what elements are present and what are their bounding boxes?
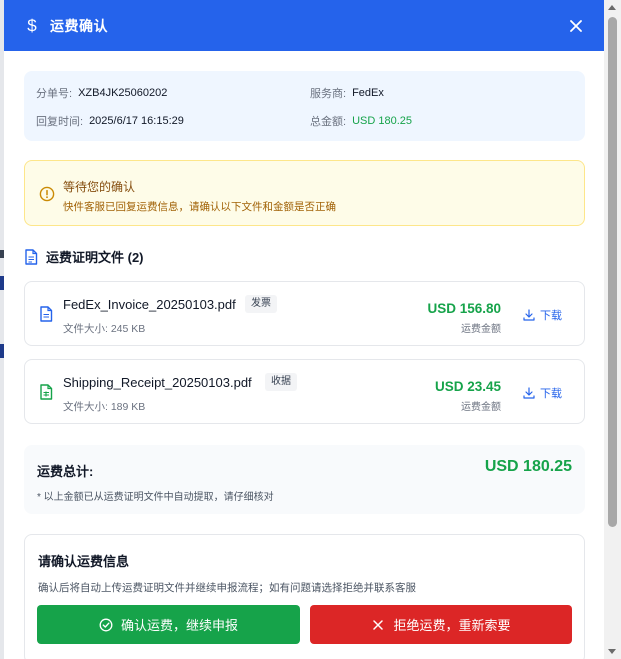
total-value: USD 180.25 xyxy=(352,115,412,127)
file-amount: USD 156.80 xyxy=(427,301,501,316)
download-button[interactable]: 下载 xyxy=(523,307,562,323)
alert-text: 快件客服已回复运费信息，请确认以下文件和金额是否正确 xyxy=(63,201,336,213)
files-section-label: 运费证明文件 (2) xyxy=(46,250,144,265)
confirm-freight-label: 确认运费，继续申报 xyxy=(120,618,238,633)
freight-total-label: 运费总计: xyxy=(37,464,94,479)
file-amount-label: 运费金额 xyxy=(461,324,501,335)
carrier-label: 服务商: xyxy=(310,88,347,100)
freight-confirm-modal: $ 运费确认 分单号: XZB4JK25060202 服务商: FedEx 回复… xyxy=(4,0,604,659)
pending-alert: 等待您的确认 快件客服已回复运费信息，请确认以下文件和金额是否正确 xyxy=(24,160,585,226)
reply-time-label: 回复时间: xyxy=(36,116,84,128)
confirm-card: 请确认运费信息 确认后将自动上传运费证明文件并继续申报流程；如有问题请选择拒绝并… xyxy=(24,534,585,659)
download-label: 下载 xyxy=(540,310,562,322)
reject-freight-button[interactable]: 拒绝运费，重新索要 xyxy=(310,605,572,644)
dollar-icon: $ xyxy=(27,15,37,35)
freight-total-value: USD 180.25 xyxy=(484,458,572,475)
scrollbar-thumb[interactable] xyxy=(608,17,617,527)
scroll-up-arrow-icon[interactable] xyxy=(608,5,616,10)
download-icon xyxy=(523,387,535,399)
reply-time-row: 回复时间: 2025/6/17 16:15:29 xyxy=(36,113,184,129)
scroll-down-arrow-icon[interactable] xyxy=(608,649,616,654)
download-icon xyxy=(523,309,535,321)
file-card: FedEx_Invoice_20250103.pdf 发票 文件大小: 245 … xyxy=(24,281,585,346)
files-section-title: 运费证明文件 (2) xyxy=(24,247,144,266)
file-type-tag: 收据 xyxy=(265,373,297,391)
modal-title: 运费确认 xyxy=(50,17,108,34)
reject-freight-label: 拒绝运费，重新索要 xyxy=(393,618,511,633)
alert-circle-icon xyxy=(39,186,55,202)
order-info-card: 分单号: XZB4JK25060202 服务商: FedEx 回复时间: 202… xyxy=(24,71,585,141)
freight-total-note: * 以上金额已从运费证明文件中自动提取，请仔细核对 xyxy=(37,492,274,503)
check-circle-icon xyxy=(99,618,113,631)
file-card: Shipping_Receipt_20250103.pdf 收据 文件大小: 1… xyxy=(24,359,585,424)
file-amount-label: 运费金额 xyxy=(461,402,501,413)
file-spreadsheet-icon xyxy=(40,384,53,400)
document-icon xyxy=(25,248,38,265)
order-no-label: 分单号: xyxy=(36,88,73,100)
alert-title: 等待您的确认 xyxy=(63,180,136,194)
file-text-icon xyxy=(40,306,53,322)
file-name[interactable]: FedEx_Invoice_20250103.pdf xyxy=(63,297,236,312)
confirm-title: 请确认运费信息 xyxy=(38,554,130,569)
file-amount: USD 23.45 xyxy=(434,379,501,394)
vertical-scrollbar[interactable] xyxy=(604,0,621,659)
order-no-row: 分单号: XZB4JK25060202 xyxy=(36,85,167,101)
file-name[interactable]: Shipping_Receipt_20250103.pdf xyxy=(63,375,252,390)
order-no-value: XZB4JK25060202 xyxy=(78,87,168,99)
modal-header: $ 运费确认 xyxy=(4,0,604,51)
file-size: 文件大小: 189 KB xyxy=(63,401,146,413)
total-label: 总金额: xyxy=(310,116,347,128)
file-type-tag: 发票 xyxy=(245,295,277,313)
confirm-freight-button[interactable]: 确认运费，继续申报 xyxy=(37,605,300,644)
file-size: 文件大小: 245 KB xyxy=(63,323,146,335)
carrier-value: FedEx xyxy=(352,87,384,99)
total-row: 总金额: USD 180.25 xyxy=(310,113,412,129)
carrier-row: 服务商: FedEx xyxy=(310,85,384,101)
close-icon xyxy=(570,20,582,32)
close-button[interactable] xyxy=(566,16,586,36)
download-button[interactable]: 下载 xyxy=(523,385,562,401)
close-icon xyxy=(373,619,384,630)
confirm-text: 确认后将自动上传运费证明文件并继续申报流程；如有问题请选择拒绝并联系客服 xyxy=(38,582,416,594)
reply-time-value: 2025/6/17 16:15:29 xyxy=(89,115,184,127)
download-label: 下载 xyxy=(540,388,562,400)
freight-total-card: 运费总计: USD 180.25 * 以上金额已从运费证明文件中自动提取，请仔细… xyxy=(24,445,585,514)
